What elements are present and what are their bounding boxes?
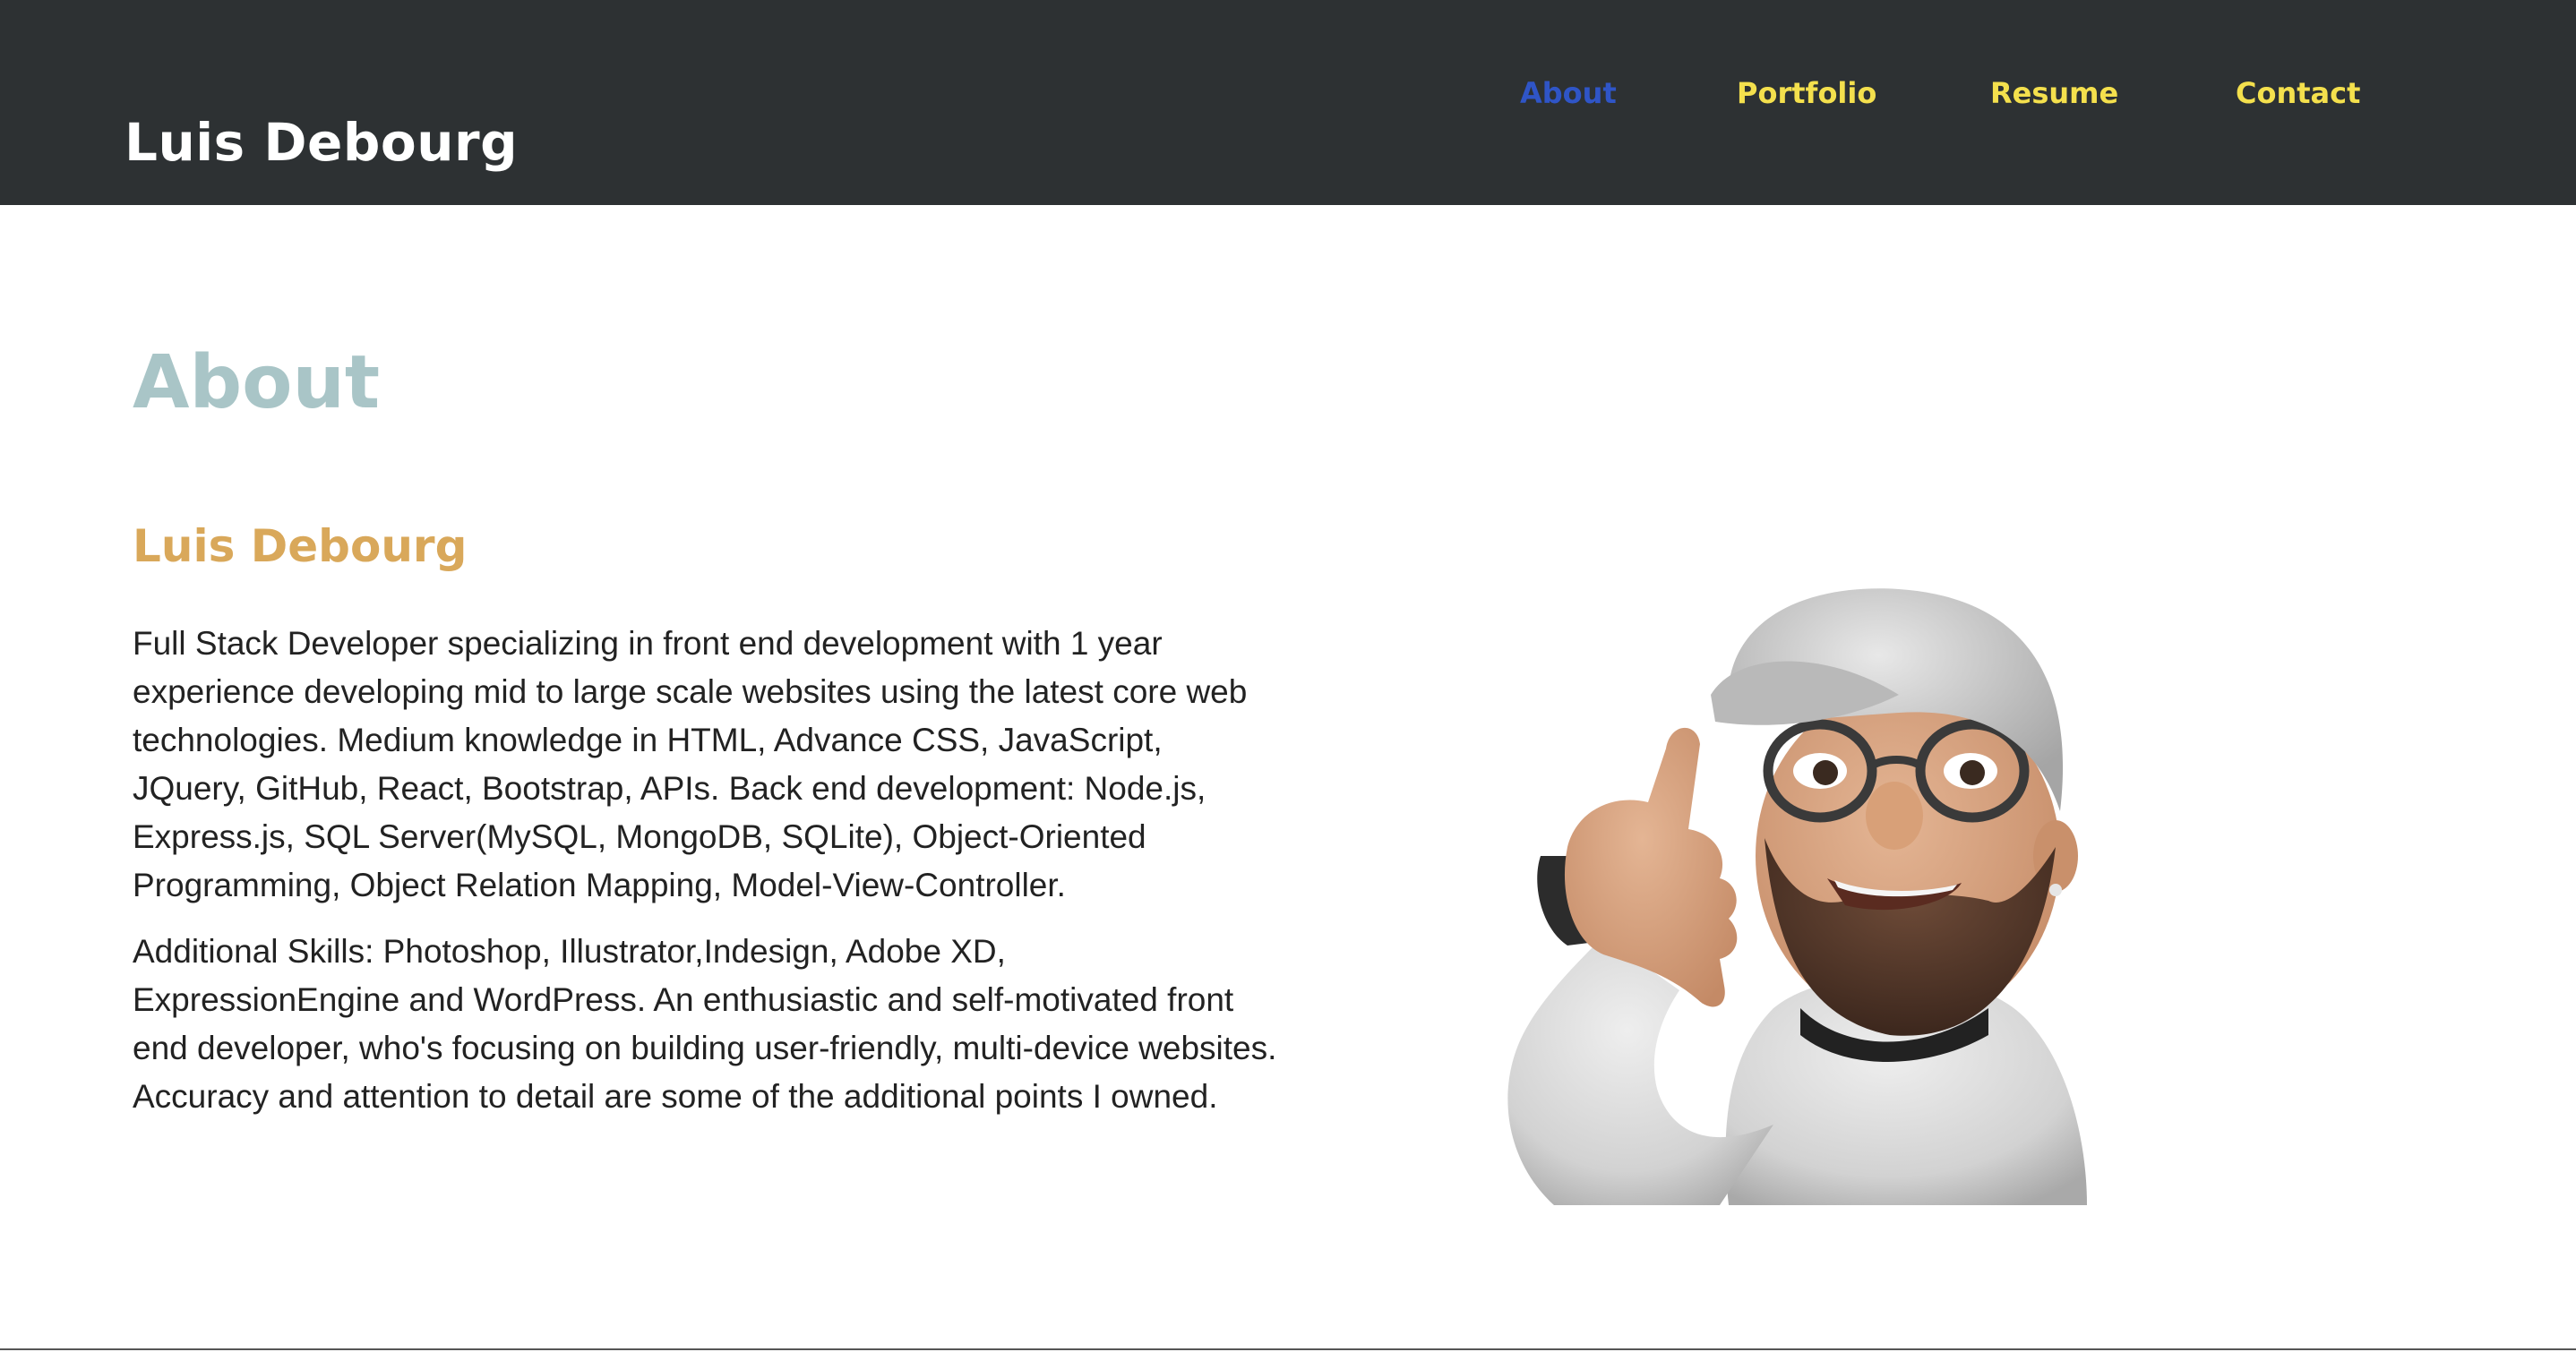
nav-link-portfolio[interactable]: Portfolio bbox=[1737, 70, 1876, 116]
nav-link-contact[interactable]: Contact bbox=[2236, 70, 2360, 116]
person-name: Luis Debourg bbox=[133, 520, 468, 572]
site-header: Luis Debourg About Portfolio Resume Cont… bbox=[0, 0, 2576, 205]
bottom-divider bbox=[0, 1348, 2576, 1350]
nav-link-resume[interactable]: Resume bbox=[1990, 70, 2118, 116]
section-title: About bbox=[133, 340, 381, 425]
skills-paragraph: Additional Skills: Photoshop, Illustrato… bbox=[133, 933, 1277, 1115]
nav-link-about[interactable]: About bbox=[1520, 70, 1617, 116]
memoji-avatar-icon bbox=[1507, 588, 2087, 1205]
main-nav: About Portfolio Resume Contact bbox=[0, 70, 2576, 116]
bio-paragraph: Full Stack Developer specializing in fro… bbox=[133, 625, 1248, 903]
site-brand[interactable]: Luis Debourg bbox=[125, 111, 518, 174]
